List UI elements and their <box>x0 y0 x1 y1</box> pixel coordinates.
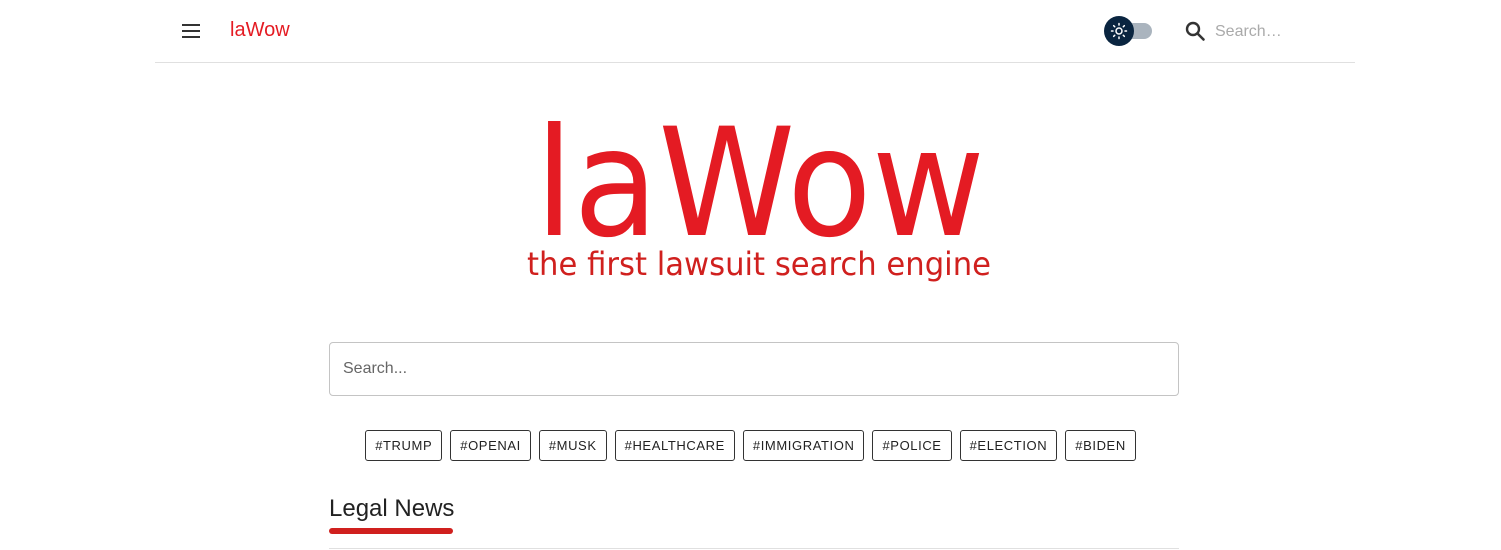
main-search-box <box>329 342 1179 396</box>
tag-chip[interactable]: #HEALTHCARE <box>614 430 735 461</box>
tag-chip[interactable]: #TRUMP <box>365 430 443 461</box>
tag-list: #TRUMP #OPENAI #MUSK #HEALTHCARE #IMMIGR… <box>0 430 1501 461</box>
menu-icon-line-3 <box>182 36 200 38</box>
search-icon <box>1185 21 1205 41</box>
section-divider <box>329 548 1179 549</box>
heading-underline <box>329 528 453 534</box>
sun-icon <box>1110 22 1128 40</box>
lawow-logo: laWow the first lawsuit search engine <box>500 97 1020 292</box>
tag-chip[interactable]: #MUSK <box>538 430 607 461</box>
brand-link[interactable]: laWow <box>230 19 290 42</box>
tag-chip[interactable]: #OPENAI <box>450 430 531 461</box>
theme-toggle[interactable] <box>1104 16 1152 46</box>
menu-button[interactable] <box>179 19 203 43</box>
menu-icon-line-2 <box>182 30 200 32</box>
tag-chip[interactable]: #IMMIGRATION <box>742 430 865 461</box>
top-app-bar: laWow <box>155 0 1355 63</box>
toggle-knob <box>1104 16 1134 46</box>
tag-chip[interactable]: #POLICE <box>872 430 952 461</box>
header-search-input[interactable] <box>1213 18 1347 46</box>
main-search-input[interactable] <box>330 343 1178 395</box>
logo-tagline: the first lawsuit search engine <box>527 245 991 283</box>
tag-chip[interactable]: #ELECTION <box>959 430 1058 461</box>
header-search <box>1183 18 1353 46</box>
menu-icon-line-1 <box>182 24 200 26</box>
tag-chip[interactable]: #BIDEN <box>1065 430 1136 461</box>
legal-news-heading: Legal News <box>329 495 455 522</box>
